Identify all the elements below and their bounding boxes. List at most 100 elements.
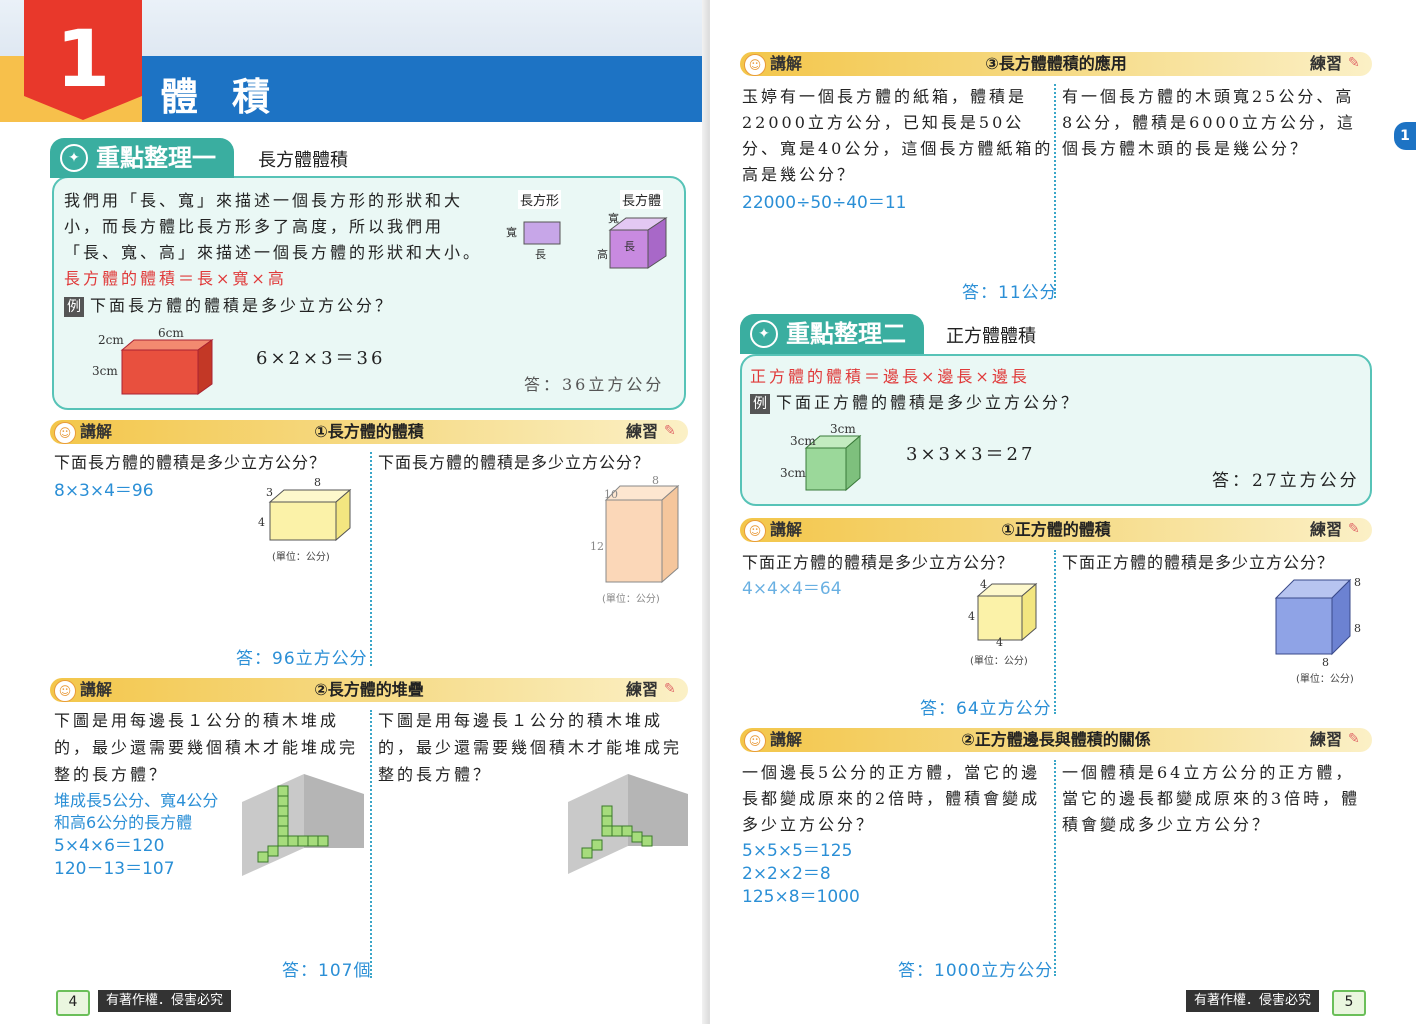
blue-cube-dim-a: 8: [1354, 576, 1361, 589]
sec2-question-left-2: 的，最少還需要幾個積木才能堆成完: [54, 738, 359, 757]
lightbulb-icon: ✦: [750, 320, 778, 348]
yellow-dim-height: 4: [258, 516, 265, 529]
pencil-icon: ✎: [664, 681, 676, 697]
chapter-side-tab: 1: [1394, 122, 1416, 150]
key2-formula: 正方體的體積＝邊長×邊長×邊長: [750, 367, 1030, 386]
key2-example: 例下面正方體的體積是多少立方公分？: [750, 390, 1080, 416]
yellow-cube-dim-c: 4: [996, 636, 1003, 649]
key-summary-tab-2: ✦ 重點整理二: [740, 314, 924, 354]
green-cube-front: [805, 447, 847, 491]
unit-note-right: (單位：公分): [1296, 674, 1354, 685]
lightbulb-icon: ✦: [60, 144, 88, 172]
blue-cube-dim-c: 8: [1322, 656, 1329, 669]
section-bar-3: ☺ 講解 ③長方體體積的應用 練習 ✎: [740, 52, 1372, 76]
red-cuboid-figure: [120, 339, 214, 395]
sec2-question-left-3: 整的長方體？: [54, 765, 169, 784]
green-cube-dim-top: 3cm: [830, 422, 856, 436]
sec5-question-right-2: 當它的邊長都變成原來的3倍時，體: [1062, 789, 1361, 808]
key-tab-label: 重點整理二: [786, 320, 906, 348]
page-number: 5: [1332, 990, 1366, 1016]
sec1-question-left: 下面長方體的體積是多少立方公分？: [54, 453, 327, 472]
sec2-work-4: 120－13＝107: [54, 859, 175, 879]
pencil-icon: ✎: [1348, 731, 1360, 747]
sec4-question-right: 下面正方體的體積是多少立方公分？: [1062, 553, 1335, 572]
sec2-work-2: 和高6公分的長方體: [54, 813, 193, 832]
key1-para-line-1: 我們用「長、寬」來描述一個長方形的形狀和大: [64, 191, 464, 210]
sec2-question-right-2: 的，最少還需要幾個積木才能堆成完: [378, 738, 683, 757]
key-subtitle-2: 正方體體積: [946, 326, 1036, 347]
key-subtitle-1: 長方體體積: [258, 150, 348, 171]
blue-cube-dim-b: 8: [1354, 622, 1361, 635]
sec5-answer-left: 答：1000立方公分: [898, 961, 1054, 981]
key1-calc: 6×2×3＝36: [256, 348, 386, 369]
pencil-icon: ✎: [1348, 55, 1360, 71]
example-tag: 例: [750, 394, 770, 414]
left-page: 1 體積 ✦ 重點整理一 長方體體積 我們用「長、寬」來描述一個長方形的形狀和大…: [0, 0, 706, 1024]
green-cube-dim-height: 3cm: [780, 466, 806, 480]
box-width-label: 寬: [608, 212, 619, 225]
box-height-label: 高: [597, 248, 608, 261]
column-divider: [1054, 84, 1056, 298]
section-bar-5: ☺ 講解 ②正方體邊長與體積的關係 練習 ✎: [740, 728, 1372, 752]
section-title: ②正方體邊長與體積的關係: [961, 730, 1151, 749]
sec2-work-3: 5×4×6＝120: [54, 836, 165, 856]
yellow-dim-side: 3: [266, 486, 273, 499]
sec2-question-left-1: 下圖是用每邊長１公分的積木堆成: [54, 711, 340, 730]
key-summary-tab-1: ✦ 重點整理一: [50, 138, 234, 178]
unit-note: (單位：公分): [970, 656, 1028, 667]
practice-label: 練習: [1309, 520, 1342, 539]
sec3-question-right-1: 有一個長方體的木頭寬25公分、高: [1062, 87, 1355, 106]
rect-shape: [523, 221, 561, 245]
key2-answer: 答：27立方公分: [1212, 471, 1360, 491]
sec4-question-left: 下面正方體的體積是多少立方公分？: [742, 553, 1015, 572]
sec4-calc-left: 4×4×4＝64: [742, 579, 842, 599]
practice-label: 練習: [1309, 730, 1342, 749]
block-stack-figure-right: [568, 774, 688, 874]
red-cuboid-dim-length: 6cm: [158, 326, 184, 340]
pencil-icon: ✎: [664, 423, 676, 439]
practice-label: 練習: [625, 680, 658, 699]
sec3-answer-left: 答：11公分: [962, 283, 1058, 303]
sec5-question-left-3: 多少立方公分？: [742, 815, 876, 834]
sec5-work-1: 5×5×5＝125: [742, 841, 853, 861]
column-divider: [1054, 760, 1056, 976]
sec1-question-right: 下面長方體的體積是多少立方公分？: [378, 453, 651, 472]
pencil-icon: ✎: [1348, 521, 1360, 537]
orange-dim-side: 10: [604, 488, 618, 501]
column-divider: [1054, 550, 1056, 714]
rect-length-label: 長: [535, 248, 546, 261]
blue-cube-figure: [1274, 578, 1352, 656]
section-title: ①正方體的體積: [1001, 520, 1111, 539]
sec1-answer-left: 答：96立方公分: [236, 649, 368, 669]
sec3-calc-left: 22000÷50÷40＝11: [742, 193, 907, 213]
key1-example: 例下面長方體的體積是多少立方公分？: [64, 293, 394, 319]
section-title: ①長方體的體積: [314, 422, 424, 441]
yellow-cube-dim-b: 4: [968, 610, 975, 623]
red-cuboid-top: [120, 339, 214, 351]
section-bar-2: ☺ 講解 ②長方體的堆疊 練習 ✎: [50, 678, 688, 702]
example-question: 下面正方體的體積是多少立方公分？: [776, 393, 1081, 412]
orange-dim-top: 8: [652, 474, 659, 487]
sec3-question-right-2: 8公分，體積是6000立方公分，這: [1062, 113, 1356, 132]
example-tag: 例: [64, 297, 84, 317]
key1-para-line-2: 小，而長方體比長方形多了高度，所以我們用: [64, 217, 445, 236]
yellow-cuboid-figure: [268, 488, 352, 542]
orange-dim-height: 12: [590, 540, 604, 553]
practice-label: 練習: [1309, 54, 1342, 73]
sec2-question-right-1: 下圖是用每邊長１公分的積木堆成: [378, 711, 664, 730]
red-cuboid-dim-depth: 2cm: [98, 333, 124, 347]
box-length-label: 長: [624, 240, 635, 253]
sec3-question-left-4: 高是幾公分？: [742, 165, 857, 184]
sec5-question-left-2: 長都變成原來的2倍時，體積會變成: [742, 789, 1041, 808]
sec3-question-left-2: 22000立方公分，已知長是50公: [742, 113, 1025, 132]
sec2-question-right-3: 整的長方體？: [378, 765, 493, 784]
key1-formula: 長方體的體積＝長×寬×高: [64, 269, 287, 288]
copyright-label: 有著作權．侵害必究: [98, 990, 232, 1012]
rect-width-label: 寬: [506, 226, 517, 239]
column-divider: [370, 452, 372, 666]
sec5-question-left-1: 一個邊長5公分的正方體，當它的邊: [742, 763, 1041, 782]
example-question: 下面長方體的體積是多少立方公分？: [90, 296, 395, 315]
key2-calc: 3×3×3＝27: [906, 444, 1036, 465]
yellow-cube-dim-a: 4: [980, 578, 987, 591]
blue-cube-front: [1275, 597, 1333, 655]
